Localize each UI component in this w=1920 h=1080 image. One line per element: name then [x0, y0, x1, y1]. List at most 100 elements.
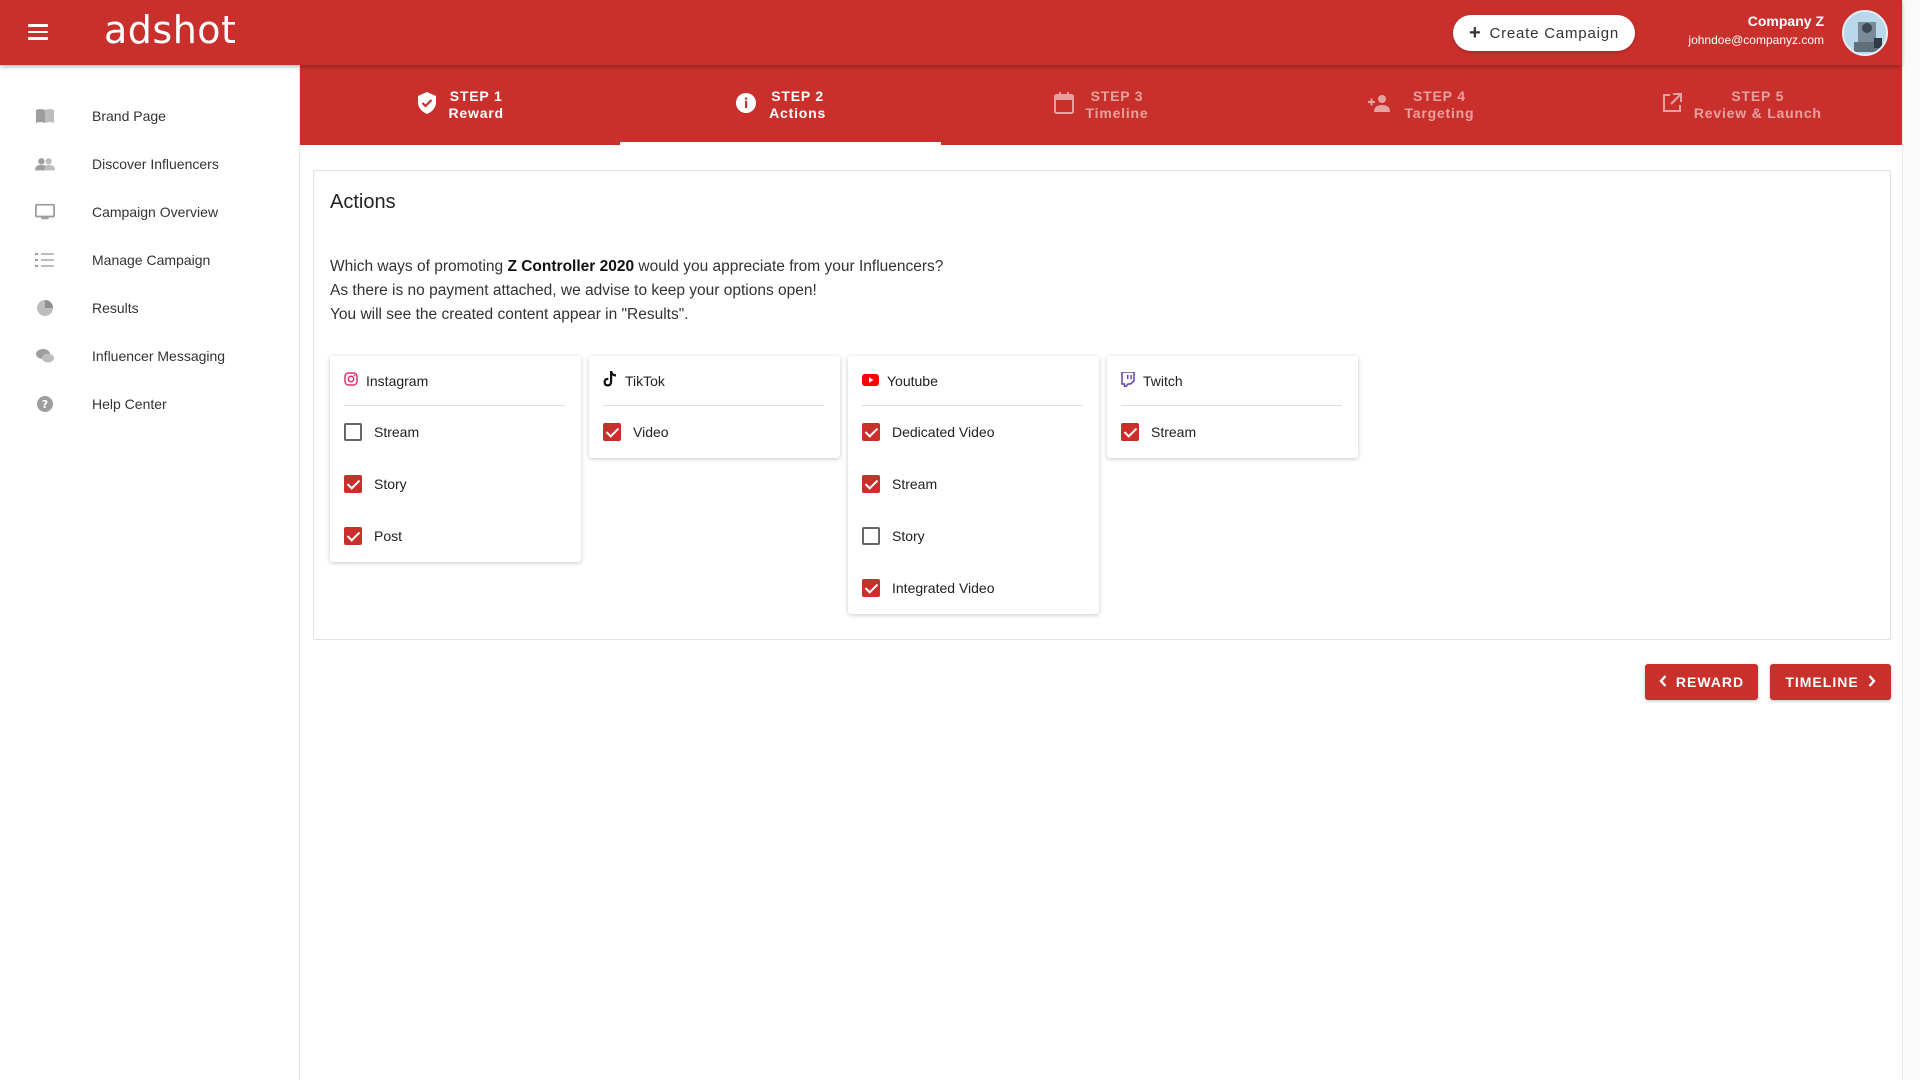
- sidebar-item-campaign-overview[interactable]: Campaign Overview: [0, 188, 299, 236]
- option-label: Integrated Video: [892, 580, 995, 596]
- instagram-icon: [344, 372, 358, 389]
- platform-card-instagram: Instagram Stream Story Post: [330, 356, 581, 562]
- checkbox[interactable]: [603, 423, 621, 441]
- user-info: Company Z johndoe@companyz.com: [1688, 13, 1824, 47]
- desc-line-2: As there is no payment attached, we advi…: [330, 282, 817, 299]
- step-number: STEP 5: [1731, 88, 1785, 104]
- create-campaign-label: Create Campaign: [1489, 24, 1620, 42]
- add-person-icon: [1368, 94, 1392, 117]
- step-targeting[interactable]: STEP 4 Targeting: [1261, 65, 1581, 145]
- step-number: STEP 2: [771, 88, 824, 104]
- step-name: Actions: [769, 105, 827, 121]
- checklist-icon: [35, 250, 55, 270]
- step-number: STEP 3: [1090, 88, 1144, 104]
- checkbox[interactable]: [344, 527, 362, 545]
- option-twitch-stream[interactable]: Stream: [1121, 406, 1342, 458]
- chat-icon: [35, 346, 55, 366]
- chevron-right-icon: [1868, 674, 1876, 690]
- back-button-label: REWARD: [1675, 674, 1745, 690]
- sidebar-item-label: Manage Campaign: [92, 252, 211, 268]
- sidebar-item-label: Help Center: [92, 396, 167, 412]
- checkbox[interactable]: [344, 475, 362, 493]
- platform-name: Youtube: [887, 372, 938, 389]
- chevron-left-icon: [1659, 674, 1667, 690]
- option-tiktok-video[interactable]: Video: [603, 406, 824, 458]
- step-timeline[interactable]: STEP 3 Timeline: [941, 65, 1261, 145]
- desc-suffix: would you appreciate from your Influence…: [634, 258, 944, 275]
- option-label: Video: [633, 424, 669, 440]
- pie-chart-icon: [35, 298, 55, 318]
- option-label: Stream: [374, 424, 420, 440]
- sidebar-item-label: Brand Page: [92, 108, 166, 124]
- help-icon: ?: [35, 394, 55, 414]
- plus-icon: +: [1468, 22, 1482, 44]
- platform-header: Instagram: [344, 356, 565, 406]
- checkbox[interactable]: [862, 475, 880, 493]
- actions-description: Which ways of promoting Z Controller 202…: [330, 255, 943, 327]
- platform-header: TikTok: [603, 356, 824, 406]
- desc-line-3: You will see the created content appear …: [330, 306, 689, 323]
- people-icon: [35, 154, 55, 174]
- option-instagram-story[interactable]: Story: [344, 458, 565, 510]
- avatar[interactable]: [1842, 10, 1888, 56]
- shield-check-icon: [417, 91, 437, 119]
- calendar-icon: [1053, 91, 1074, 119]
- step-name: Reward: [448, 105, 504, 121]
- checkbox[interactable]: [862, 579, 880, 597]
- option-label: Dedicated Video: [892, 424, 995, 440]
- page-scrollbar[interactable]: [1902, 0, 1920, 1080]
- info-icon: [735, 92, 757, 119]
- checkbox[interactable]: [862, 527, 880, 545]
- option-label: Stream: [892, 476, 938, 492]
- step-number: STEP 1: [449, 88, 503, 104]
- option-instagram-stream[interactable]: Stream: [344, 406, 565, 458]
- sidebar-item-label: Results: [92, 300, 139, 316]
- user-email: johndoe@companyz.com: [1688, 33, 1824, 47]
- option-label: Story: [892, 528, 925, 544]
- monitor-icon: [35, 202, 55, 222]
- platform-name: Instagram: [366, 372, 429, 389]
- platform-name: TikTok: [625, 372, 665, 389]
- menu-icon[interactable]: [28, 20, 58, 44]
- campaign-stepper: STEP 1 Reward STEP 2 Actions STEP 3 Timelin…: [300, 65, 1902, 145]
- option-label: Stream: [1151, 424, 1197, 440]
- twitch-icon: [1121, 370, 1135, 390]
- sidebar-item-brand-page[interactable]: Brand Page: [0, 92, 299, 140]
- checkbox[interactable]: [1121, 423, 1139, 441]
- sidebar-item-manage-campaign[interactable]: Manage Campaign: [0, 236, 299, 284]
- platform-card-twitch: Twitch Stream: [1107, 356, 1358, 458]
- top-app-bar: adshot + Create Campaign Company Z johnd…: [0, 0, 1902, 65]
- checkbox[interactable]: [344, 423, 362, 441]
- sidebar-item-label: Discover Influencers: [92, 156, 219, 172]
- option-label: Post: [374, 528, 403, 544]
- next-button-label: TIMELINE: [1785, 674, 1859, 690]
- product-name: Z Controller 2020: [507, 258, 635, 275]
- option-youtube-integrated-video[interactable]: Integrated Video: [862, 562, 1083, 614]
- desc-prefix: Which ways of promoting: [330, 258, 508, 275]
- youtube-icon: [862, 373, 879, 389]
- option-youtube-story[interactable]: Story: [862, 510, 1083, 562]
- platform-card-tiktok: TikTok Video: [589, 356, 840, 458]
- page-title: Actions: [330, 191, 396, 213]
- actions-card: Actions Which ways of promoting Z Contro…: [313, 170, 1891, 640]
- app-logo[interactable]: adshot: [104, 8, 236, 52]
- create-campaign-button[interactable]: + Create Campaign: [1453, 15, 1635, 51]
- option-instagram-post[interactable]: Post: [344, 510, 565, 562]
- step-reward[interactable]: STEP 1 Reward: [300, 65, 620, 145]
- step-name: Review & Launch: [1693, 105, 1822, 121]
- sidebar-item-influencer-messaging[interactable]: Influencer Messaging: [0, 332, 299, 380]
- checkbox[interactable]: [862, 423, 880, 441]
- platform-card-youtube: Youtube Dedicated Video Stream Story Int…: [848, 356, 1099, 614]
- back-reward-button[interactable]: REWARD: [1645, 664, 1758, 700]
- option-youtube-dedicated-video[interactable]: Dedicated Video: [862, 406, 1083, 458]
- sidebar-item-label: Influencer Messaging: [92, 348, 226, 364]
- step-review-launch[interactable]: STEP 5 Review & Launch: [1582, 65, 1902, 145]
- step-actions[interactable]: STEP 2 Actions: [620, 65, 942, 145]
- book-icon: [35, 106, 55, 126]
- sidebar-item-help-center[interactable]: ? Help Center: [0, 380, 299, 428]
- option-youtube-stream[interactable]: Stream: [862, 458, 1083, 510]
- sidebar-item-discover-influencers[interactable]: Discover Influencers: [0, 140, 299, 188]
- sidebar-item-results[interactable]: Results: [0, 284, 299, 332]
- platform-name: Twitch: [1143, 372, 1183, 389]
- next-timeline-button[interactable]: TIMELINE: [1770, 664, 1891, 700]
